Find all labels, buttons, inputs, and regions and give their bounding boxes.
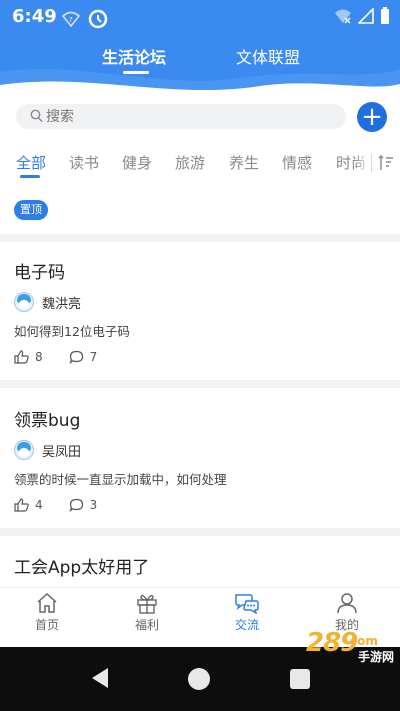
- search-icon: [30, 109, 43, 122]
- thumbs-up-icon: [14, 498, 29, 512]
- category-all[interactable]: 全部: [16, 152, 46, 173]
- category-tabs: 全部 读书 健身 旅游 养生 情感 时尚: [0, 146, 400, 180]
- nav-tab-benefits[interactable]: 福利: [107, 592, 187, 642]
- avatar: [14, 440, 34, 460]
- post-stats: 4 3: [14, 498, 123, 512]
- like-count: 8: [35, 350, 43, 364]
- like-count: 4: [35, 498, 43, 512]
- category-divider: [371, 154, 372, 172]
- post-title: 电子码: [14, 263, 65, 283]
- author-name: 魏洪亮: [42, 296, 82, 312]
- recent-apps-button[interactable]: [290, 669, 310, 689]
- tab-sports-alliance[interactable]: 文体联盟: [236, 44, 300, 68]
- like-button[interactable]: 4: [14, 498, 43, 512]
- post-title: 领票bug: [14, 411, 81, 431]
- divider: [0, 528, 400, 536]
- gift-icon: [137, 594, 157, 614]
- post-author: 魏洪亮: [14, 291, 81, 313]
- home-button[interactable]: [188, 668, 210, 690]
- active-tab-indicator: [123, 71, 149, 74]
- post-title: 工会App太好用了: [14, 558, 150, 578]
- divider: [0, 380, 400, 388]
- category-reading[interactable]: 读书: [69, 152, 99, 173]
- pinned-badge[interactable]: 置顶: [14, 200, 48, 220]
- wifi-off-icon: [335, 9, 351, 24]
- category-fitness[interactable]: 健身: [122, 152, 152, 173]
- post-description: 领票的时候一直显示加载中，如何处理: [14, 472, 227, 487]
- svg-text:?: ?: [69, 16, 73, 24]
- divider: [0, 234, 400, 242]
- wifi-question-icon: ?: [62, 11, 80, 27]
- sort-icon[interactable]: [378, 154, 394, 172]
- search-box[interactable]: [16, 104, 346, 129]
- data-saver-icon: [88, 9, 108, 29]
- post-stats: 8 7: [14, 350, 123, 364]
- watermark-logo: 289 com 手游网: [306, 628, 396, 668]
- category-emotion[interactable]: 情感: [282, 152, 312, 173]
- category-travel[interactable]: 旅游: [175, 152, 205, 173]
- avatar: [14, 292, 34, 312]
- status-bar: 6:49 ?: [0, 0, 400, 36]
- tab-label: 福利: [134, 618, 159, 632]
- post-description: 如何得到12位电子码: [14, 324, 130, 339]
- battery-icon: [381, 7, 389, 24]
- comment-icon: [69, 350, 83, 364]
- back-icon[interactable]: [90, 667, 110, 689]
- cell-signal-icon: [358, 8, 374, 24]
- comment-count: 7: [89, 350, 98, 364]
- add-post-button[interactable]: +: [357, 102, 387, 132]
- tab-life-forum[interactable]: 生活论坛: [102, 44, 166, 68]
- comment-button[interactable]: 3: [69, 498, 98, 512]
- search-input[interactable]: [46, 106, 326, 127]
- tab-label: 交流: [234, 618, 259, 632]
- thumbs-up-icon: [14, 350, 29, 364]
- plus-icon: +: [361, 102, 383, 132]
- comment-count: 3: [89, 498, 98, 512]
- tab-label: 首页: [34, 618, 59, 632]
- category-health[interactable]: 养生: [229, 152, 259, 173]
- post-author: 吴凤田: [14, 439, 81, 461]
- nav-tab-community[interactable]: 交流: [207, 592, 287, 642]
- category-fade: [355, 146, 371, 180]
- home-icon: [37, 592, 57, 613]
- category-active-indicator: [20, 175, 40, 178]
- status-time: 6:49: [12, 6, 57, 27]
- watermark-suffix: com: [350, 634, 378, 648]
- post-card[interactable]: 工会App太好用了: [0, 553, 400, 587]
- chat-icon: [235, 594, 259, 614]
- post-card[interactable]: 领票bug 吴凤田 领票的时候一直显示加载中，如何处理 4 3: [0, 406, 400, 524]
- app-header: 6:49 ? 生活论坛 文体联盟: [0, 0, 400, 100]
- watermark-text: 手游网: [358, 650, 395, 664]
- header-tabs: 生活论坛 文体联盟: [0, 44, 400, 74]
- search-row: [0, 100, 400, 134]
- comment-button[interactable]: 7: [69, 350, 98, 364]
- post-card[interactable]: 电子码 魏洪亮 如何得到12位电子码 8 7: [0, 258, 400, 376]
- nav-tab-home[interactable]: 首页: [7, 592, 87, 642]
- comment-icon: [69, 498, 83, 512]
- user-icon: [337, 593, 357, 614]
- like-button[interactable]: 8: [14, 350, 43, 364]
- author-name: 吴凤田: [42, 444, 82, 460]
